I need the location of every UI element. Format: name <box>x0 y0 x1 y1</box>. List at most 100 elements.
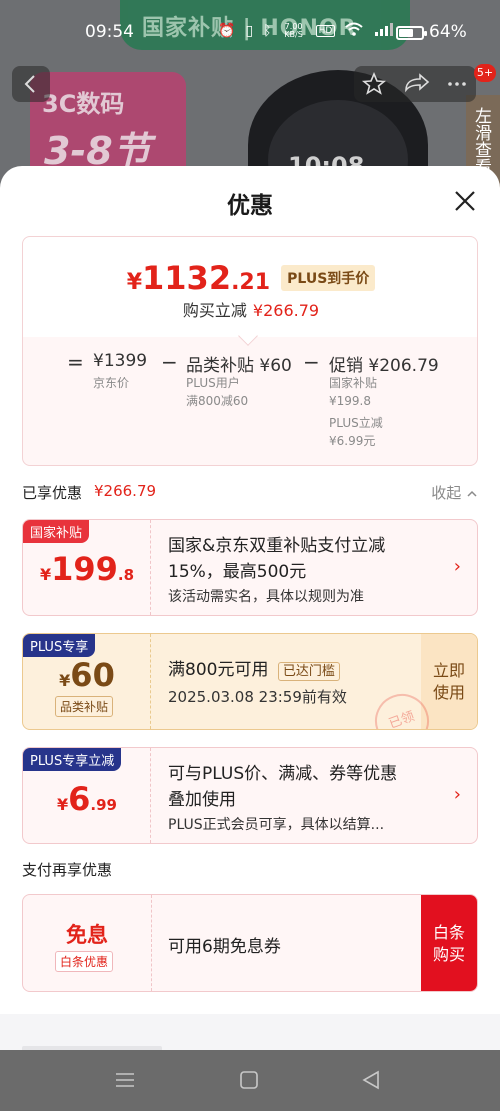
status-bar: 09:54 ⏰ ▯ ᛒ 7.00 KB/S HD 64% <box>0 0 500 64</box>
amount-symbol: ¥ <box>39 565 52 584</box>
pay-section-title: 支付再享优惠 <box>22 861 113 879</box>
message-badge: 5+ <box>474 64 496 82</box>
coupon-national-subsidy[interactable]: 国家补贴 ¥199.8 国家&京东双重补贴支付立减 15%，最高500元 该活动… <box>22 519 478 616</box>
amount-integer: 60 <box>70 656 115 694</box>
coupon-tag: PLUS专享立减 <box>23 748 122 771</box>
promotion-amount: 促销 ¥206.79 <box>329 356 439 376</box>
chevron-left-icon <box>24 75 35 93</box>
promotion-sub1: 国家补贴 <box>329 376 378 390</box>
equals-sign: = <box>67 350 84 374</box>
vibrate-icon: ▯ <box>245 23 254 39</box>
threshold-reached-badge: 已达门槛 <box>277 662 340 681</box>
amount-decimal: .8 <box>117 566 135 584</box>
minus-sign: − <box>303 350 320 374</box>
collapse-label: 收起 <box>431 484 462 502</box>
home-icon <box>240 1071 258 1089</box>
jd-price: ¥1399 <box>93 351 148 371</box>
coupon-line2: 15%，最高500元 <box>168 562 307 582</box>
coupon-info: 可与PLUS价、满减、券等优惠 叠加使用 PLUS正式会员可享，具体以结算... <box>168 761 443 837</box>
coupon-line1: 可与PLUS价、满减、券等优惠 <box>168 764 398 784</box>
chevron-right-icon: › <box>453 556 461 577</box>
jd-price-label: 京东价 <box>93 376 130 390</box>
coupon-info: 满800元可用 已达门槛 2025.03.08 23:59前有效 <box>168 657 417 709</box>
chevron-up-icon <box>467 490 477 497</box>
wifi-icon <box>345 22 363 40</box>
amount-integer: 199 <box>51 550 118 588</box>
category-subsidy: 品类补贴 ¥60 <box>186 356 292 376</box>
price-decimal: .21 <box>231 270 271 295</box>
final-price-row: ¥1132.21 PLUS到手价 <box>23 259 477 297</box>
price-formula: = ¥1399 京东价 − 品类补贴 ¥60 PLUS用户 满800减60 − … <box>23 350 477 465</box>
discount-sheet: 优惠 ¥1132.21 PLUS到手价 购买立减 ¥266.79 = ¥1399 … <box>0 166 500 1050</box>
interest-free-text: 可用6期免息券 <box>168 937 281 957</box>
coupon-amount: ¥60 <box>23 656 151 694</box>
next-section-peek <box>0 1014 500 1050</box>
hd-icon: HD <box>315 25 336 37</box>
category-subsidy-sub1: PLUS用户 <box>186 376 240 390</box>
coupon-tag: 国家补贴 <box>23 520 90 543</box>
chevron-right-icon: › <box>453 784 461 805</box>
amount-symbol: ¥ <box>57 795 69 814</box>
coupon-left: PLUS专享 ¥60 品类补贴 <box>23 634 151 729</box>
coupon-line3: PLUS正式会员可享，具体以结算... <box>168 817 385 833</box>
close-button[interactable] <box>450 186 480 216</box>
back-icon <box>362 1070 379 1090</box>
coupon-left: PLUS专享立减 ¥6.99 <box>23 748 151 843</box>
promotion-sub2: ¥199.8 <box>329 394 371 408</box>
close-icon <box>455 191 475 211</box>
interest-free-label: 免息 <box>66 923 108 947</box>
coupon-amount: ¥6.99 <box>23 780 151 818</box>
minus-sign: − <box>161 350 178 374</box>
coupon-plus-instant[interactable]: PLUS专享立减 ¥6.99 可与PLUS价、满减、券等优惠 叠加使用 PLUS… <box>22 747 478 844</box>
amount-integer: 6 <box>68 780 91 818</box>
card-notch <box>238 326 258 346</box>
enjoyed-discount-row: 已享优惠 ¥266.79 收起 <box>22 482 478 502</box>
coupon-sub-tag: 品类补贴 <box>55 696 114 717</box>
instant-discount-amount: ¥266.79 <box>252 301 320 320</box>
use-now-button[interactable]: 立即使用 <box>421 634 477 729</box>
enjoyed-amount: ¥266.79 <box>94 482 157 500</box>
signal-icon <box>373 22 394 40</box>
instant-discount-row: 购买立减 ¥266.79 <box>23 297 477 321</box>
coupon-plus-exclusive[interactable]: PLUS专享 ¥60 品类补贴 满800元可用 已达门槛 2025.03.08 … <box>22 633 478 730</box>
net-speed: 7.00 KB/S <box>284 22 303 39</box>
category-subsidy-sub2: 满800减60 <box>186 394 249 408</box>
baitiao-interest-free-card: 免息 白条优惠 可用6期免息券 白条购买 <box>22 894 478 992</box>
instant-discount-label: 购买立减 <box>182 301 247 320</box>
use-now-label: 立即使用 <box>432 661 465 702</box>
final-price: ¥1132.21 <box>127 259 270 297</box>
amount-symbol: ¥ <box>59 671 71 690</box>
status-time: 09:54 <box>85 22 134 42</box>
price-breakdown-card: ¥1132.21 PLUS到手价 购买立减 ¥266.79 = ¥1399 京东价… <box>22 236 478 466</box>
alarm-icon: ⏰ <box>218 23 236 39</box>
coupon-line1-row: 满800元可用 已达门槛 <box>168 657 417 685</box>
baitiao-buy-label: 白条购买 <box>432 923 465 964</box>
coupon-tag: PLUS专享 <box>23 634 96 657</box>
menu-icon <box>116 1073 134 1087</box>
coupon-amount: ¥199.8 <box>23 550 151 588</box>
price-symbol: ¥ <box>126 270 143 295</box>
collapse-button[interactable]: 收起 <box>431 482 478 503</box>
nav-icons <box>116 1070 379 1090</box>
promotion-sub4: ¥6.99元 <box>329 434 376 448</box>
coupon-line2: 叠加使用 <box>168 790 236 810</box>
price-integer: 1132 <box>142 259 232 297</box>
top-toolbar <box>354 66 476 102</box>
baitiao-buy-button[interactable]: 白条购买 <box>421 895 477 991</box>
bluetooth-icon: ᛒ <box>263 23 272 39</box>
coupon-left: 国家补贴 ¥199.8 <box>23 520 151 615</box>
back-button <box>12 66 50 102</box>
baitiao-tag: 白条优惠 <box>55 951 114 972</box>
star-share-more-icons <box>361 71 466 95</box>
promo-line1: 3C数码 <box>42 90 125 118</box>
plus-price-tag: PLUS到手价 <box>281 265 376 291</box>
divider <box>151 895 152 991</box>
coupon-line3: 该活动需实名，具体以规则为准 <box>168 589 364 605</box>
battery-percent: 64% <box>429 22 467 42</box>
coupon-line1: 国家&京东双重补贴支付立减 <box>168 536 386 556</box>
coupon-line1: 满800元可用 <box>168 660 269 680</box>
amount-decimal: .99 <box>90 796 117 814</box>
battery-icon <box>396 26 427 40</box>
promotion-sub3: PLUS立减 <box>329 416 383 430</box>
status-icons: ⏰ ▯ ᛒ 7.00 KB/S HD <box>218 22 394 40</box>
